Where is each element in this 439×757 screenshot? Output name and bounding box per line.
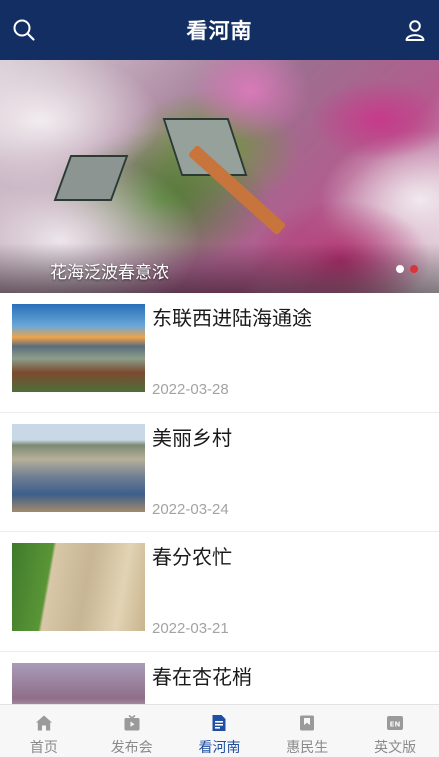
article-title: 东联西进陆海通途 — [152, 306, 312, 330]
carousel-indicator[interactable] — [396, 265, 418, 273]
article-item[interactable]: 美丽乡村 2022-03-24 — [0, 413, 439, 532]
bookmark-icon — [297, 713, 317, 732]
tab-label: 发布会 — [110, 740, 153, 756]
article-thumbnail — [12, 304, 145, 392]
tab-home[interactable]: 首页 — [0, 705, 88, 757]
en-icon: EN — [385, 713, 405, 732]
article-title: 春分农忙 — [152, 545, 232, 569]
featured-banner[interactable]: 花海泛波春意浓 — [0, 60, 439, 293]
page-title: 看河南 — [186, 18, 253, 43]
carousel-dot[interactable] — [396, 265, 404, 273]
user-icon — [405, 20, 425, 41]
document-icon — [209, 713, 229, 732]
top-header: 看河南 — [0, 0, 439, 60]
tab-english[interactable]: EN 英文版 — [351, 705, 439, 757]
article-date: 2022-03-21 — [152, 620, 229, 637]
tab-label: 惠民生 — [286, 740, 329, 756]
article-list: 东联西进陆海通途 2022-03-28 美丽乡村 2022-03-24 春分农忙… — [0, 293, 439, 757]
article-thumbnail — [12, 543, 145, 631]
article-title: 美丽乡村 — [152, 425, 232, 450]
press-conference-icon — [122, 713, 142, 732]
article-thumbnail — [12, 423, 145, 512]
tab-label: 看河南 — [198, 740, 241, 756]
banner-photo-building — [53, 155, 129, 201]
article-date: 2022-03-24 — [152, 500, 229, 518]
tab-label: 首页 — [29, 740, 58, 756]
search-icon — [13, 19, 35, 41]
profile-button[interactable] — [399, 14, 431, 46]
tab-press-conference[interactable]: 发布会 — [88, 705, 176, 757]
article-item[interactable]: 春分农忙 2022-03-21 — [0, 532, 439, 652]
bottom-tab-bar: 首页 发布会 看河南 惠民生 EN 英文版 — [0, 704, 439, 757]
tab-label: 英文版 — [374, 740, 417, 756]
article-item[interactable]: 东联西进陆海通途 2022-03-28 — [0, 293, 439, 413]
tab-kan-henan[interactable]: 看河南 — [176, 705, 264, 757]
banner-caption: 花海泛波春意浓 — [50, 263, 169, 283]
carousel-dot-active[interactable] — [410, 265, 418, 273]
home-icon — [34, 713, 54, 732]
svg-text:EN: EN — [390, 720, 401, 728]
tab-livelihood[interactable]: 惠民生 — [263, 705, 351, 757]
article-date: 2022-03-28 — [152, 381, 229, 398]
article-title: 春在杏花梢 — [152, 664, 252, 689]
search-button[interactable] — [8, 14, 40, 46]
